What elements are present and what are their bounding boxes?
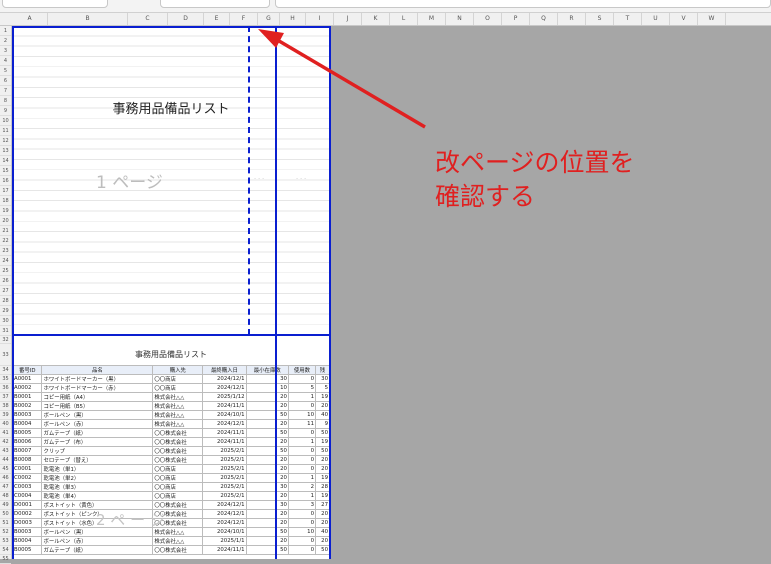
annotation-line-2: 確認する — [435, 182, 536, 211]
annotation-line-1: 改ページの位置を — [435, 148, 635, 177]
annotation-text: 改ページの位置を 確認する — [435, 146, 635, 214]
red-arrow — [258, 29, 426, 129]
